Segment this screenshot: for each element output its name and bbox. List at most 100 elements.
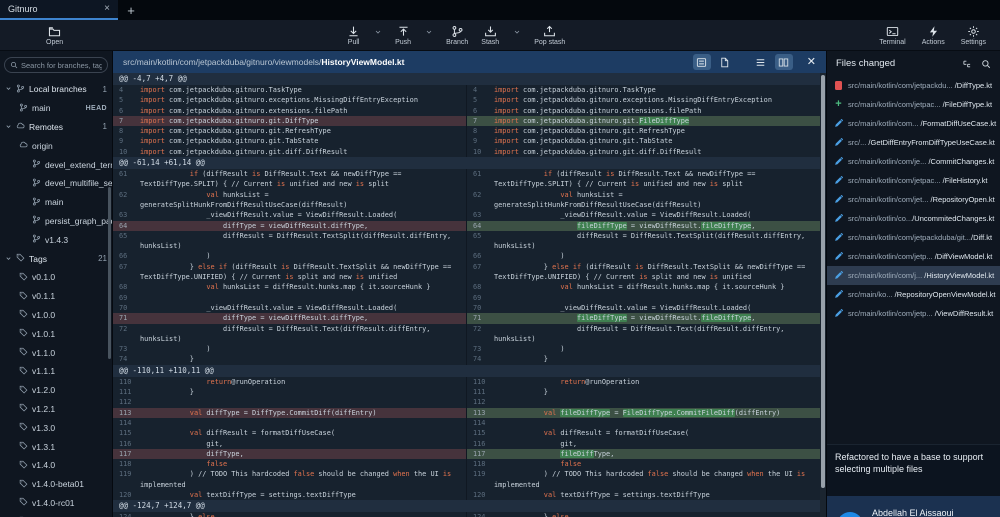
new-code-line <box>494 397 820 407</box>
file-item[interactable]: src/... /GetDiffEntryFromDiffTypeUseCase… <box>827 133 1000 152</box>
file-item[interactable]: src/main/ko... /RepositoryOpenViewModel.… <box>827 285 1000 304</box>
stash-label: Stash <box>481 39 499 46</box>
old-line-number: 117 <box>113 449 140 459</box>
sidebar-item-v1.4.0-rc01[interactable]: v1.4.0-rc01 <box>0 494 112 513</box>
sidebar-item-v1.3.0[interactable]: v1.3.0 <box>0 418 112 437</box>
item-label: devel_extend_termina <box>45 160 112 170</box>
file-item[interactable]: src/main/kotlin/com/jet... /RepositoryOp… <box>827 190 1000 209</box>
stash-button[interactable]: Stash <box>481 25 499 46</box>
close-diff-icon[interactable]: ✕ <box>807 57 816 68</box>
file-item[interactable]: src/main/kotlin/com/jetpac... /FileHisto… <box>827 171 1000 190</box>
chevron-down-icon <box>5 84 12 94</box>
item-label: v1.2.1 <box>32 404 55 414</box>
old-line-number: 115 <box>113 428 140 438</box>
push-dropdown-chevron-icon[interactable] <box>425 28 433 36</box>
sidebar-item-v0.1.0[interactable]: v0.1.0 <box>0 268 112 287</box>
file-item[interactable]: src/main/kotlin/com... /FormatDiffUseCas… <box>827 114 1000 133</box>
new-line-number: 62 <box>466 190 494 211</box>
tag-icon <box>19 403 28 414</box>
sidebar-scrollbar[interactable] <box>108 187 111 359</box>
sidebar-section-local-branches[interactable]: Local branches1 <box>0 80 112 99</box>
new-code-line: git, <box>494 439 820 449</box>
sidebar-item-persist_graph_paddin[interactable]: persist_graph_paddin <box>0 212 112 231</box>
sidebar-item-v1.2.1[interactable]: v1.2.1 <box>0 400 112 419</box>
open-button[interactable]: Open <box>46 25 63 46</box>
old-code-line: diffType = viewDiffResult.diffType, <box>140 313 466 323</box>
diff-scrollbar-track[interactable] <box>820 73 826 517</box>
old-line-number: 65 <box>113 231 140 252</box>
sidebar-item-v1.3.1[interactable]: v1.3.1 <box>0 437 112 456</box>
file-item[interactable]: src/main/kotlin/com/jetp... /ViewDiffRes… <box>827 304 1000 323</box>
branch-search-input[interactable] <box>21 61 102 70</box>
item-label: v1.4.0-beta01 <box>32 479 84 489</box>
sidebar-item-v1.1.1[interactable]: v1.1.1 <box>0 362 112 381</box>
pull-dropdown-chevron-icon[interactable] <box>374 28 382 36</box>
sidebar-item-v1.4.0-beta01[interactable]: v1.4.0-beta01 <box>0 475 112 494</box>
branch-button[interactable]: Branch <box>446 25 468 46</box>
modified-file-icon <box>834 157 843 166</box>
pop-stash-icon <box>543 25 556 38</box>
push-button[interactable]: Push <box>395 25 411 46</box>
file-path: src/main/kotlin/com... /FormatDiffUseCas… <box>848 119 996 128</box>
file-item[interactable]: +src/main/kotlin/com/jetpac... /FileDiff… <box>827 95 1000 114</box>
file-path: src/main/kotlin/com/jet... /RepositoryOp… <box>848 195 995 204</box>
file-item[interactable]: src/main/kotlin/com/j... /HistoryViewMod… <box>827 266 1000 285</box>
file-item[interactable]: src/main/kotlin/com/jetpackduba/git.../D… <box>827 228 1000 247</box>
item-label: v1.4.0-rc01 <box>32 498 75 508</box>
terminal-button[interactable]: Terminal <box>879 25 905 46</box>
sidebar-item-blank[interactable] <box>0 512 112 517</box>
hunks-view-icon[interactable] <box>693 54 711 70</box>
sidebar-item-v1.0.1[interactable]: v1.0.1 <box>0 324 112 343</box>
split-view-icon[interactable] <box>775 54 793 70</box>
new-line-number: 10 <box>466 147 494 157</box>
pull-button[interactable]: Pull <box>347 25 360 46</box>
file-item[interactable]: src/main/kotlin/com/je... /CommitChanges… <box>827 152 1000 171</box>
added-file-icon: + <box>835 99 841 110</box>
old-line-number: 124 <box>113 512 140 517</box>
pop-stash-button[interactable]: Pop stash <box>534 25 565 46</box>
hunk-header: @@ -61,14 +61,14 @@ <box>113 157 820 169</box>
diff-file-path: src/main/kotlin/com/jetpackduba/gitnuro/… <box>123 57 688 67</box>
new-code-line: fileDiffType = viewDiffResult.fileDiffTy… <box>494 221 820 231</box>
sidebar-item-v1.4.3[interactable]: v1.4.3 <box>0 230 112 249</box>
sidebar-section-tags[interactable]: Tags21 <box>0 249 112 268</box>
sidebar-item-devel_extend_termina[interactable]: devel_extend_termina <box>0 155 112 174</box>
new-tab-button[interactable]: + <box>118 0 144 20</box>
branch-search-box[interactable] <box>4 57 108 73</box>
sidebar-item-main[interactable]: main <box>0 193 112 212</box>
sidebar-item-origin[interactable]: origin <box>0 136 112 155</box>
new-line-number: 114 <box>466 418 494 428</box>
full-file-view-icon[interactable] <box>716 54 734 70</box>
file-path: src/... /GetDiffEntryFromDiffTypeUseCase… <box>848 138 995 147</box>
diff-row: 116 git,116 git, <box>113 439 820 449</box>
file-item[interactable]: src/main/kotlin/co.../UncommitedChanges.… <box>827 209 1000 228</box>
files-search-icon[interactable] <box>981 59 991 69</box>
new-code-line: val hunksList = generateSplitHunkFromDif… <box>494 190 820 211</box>
sidebar-item-v1.2.0[interactable]: v1.2.0 <box>0 381 112 400</box>
file-item[interactable]: src/main/kotlin/com/jetp... /DiffViewMod… <box>827 247 1000 266</box>
actions-button[interactable]: Actions <box>922 25 945 46</box>
new-line-number: 116 <box>466 439 494 449</box>
sidebar-item-v1.1.0[interactable]: v1.1.0 <box>0 343 112 362</box>
sidebar-item-v1.4.0[interactable]: v1.4.0 <box>0 456 112 475</box>
close-tab-icon[interactable]: × <box>104 4 110 14</box>
diff-scrollbar-thumb[interactable] <box>821 75 825 488</box>
tree-view-icon[interactable] <box>962 59 972 69</box>
push-icon <box>397 25 410 38</box>
sidebar-item-devel_multifile_select[interactable]: devel_multifile_select <box>0 174 112 193</box>
sidebar-section-remotes[interactable]: Remotes1 <box>0 118 112 137</box>
repository-tab[interactable]: Gitnuro × <box>0 0 118 20</box>
sidebar-item-main[interactable]: mainHEAD <box>0 99 112 118</box>
file-item[interactable]: src/main/kotlin/com/jetpackdu... /DiffTy… <box>827 76 1000 95</box>
unified-view-icon[interactable] <box>752 54 770 70</box>
old-code-line: diffResult = DiffResult.Text(diffResult.… <box>140 324 466 345</box>
old-line-number: 10 <box>113 147 140 157</box>
sidebar-item-v1.0.0[interactable]: v1.0.0 <box>0 306 112 325</box>
settings-button[interactable]: Settings <box>961 25 986 46</box>
sidebar-item-v0.1.1[interactable]: v0.1.1 <box>0 287 112 306</box>
new-line-number: 124 <box>466 512 494 517</box>
old-code-line: val hunksList = generateSplitHunkFromDif… <box>140 190 466 211</box>
commit-author-card[interactable]: A Abdellah El Aissaoui 8ce0c35 2024年12月3… <box>827 496 1000 517</box>
new-line-number: 110 <box>466 377 494 387</box>
stash-dropdown-chevron-icon[interactable] <box>513 28 521 36</box>
